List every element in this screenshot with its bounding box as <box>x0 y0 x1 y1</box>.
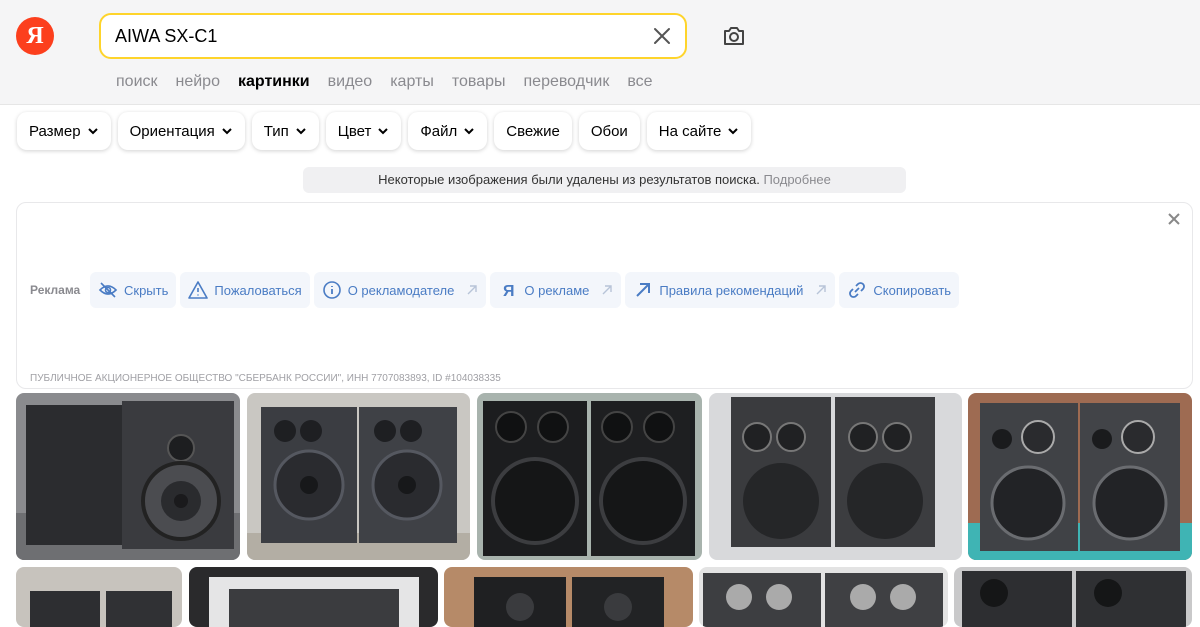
speaker-image <box>444 567 693 627</box>
ad-copy-button[interactable]: Скопировать <box>839 272 960 308</box>
image-result[interactable] <box>16 567 182 627</box>
image-result[interactable] <box>699 567 948 627</box>
filter-type[interactable]: Тип <box>251 112 319 150</box>
speaker-image <box>477 393 702 560</box>
filter-label: На сайте <box>658 122 722 140</box>
logo-letter: Я <box>26 22 44 49</box>
filter-label: Свежие <box>506 122 560 140</box>
link-icon <box>849 282 866 298</box>
filter-color[interactable]: Цвет <box>325 112 402 150</box>
ad-rules-button[interactable]: Правила рекомендаций <box>625 272 836 308</box>
header: Я поиск нейро картинки видео карты товар… <box>0 0 1200 105</box>
ad-rules-label: Правила рекомендаций <box>659 282 804 298</box>
search-input[interactable] <box>115 24 635 48</box>
filter-on-site[interactable]: На сайте <box>646 112 752 150</box>
ad-hide-label: Скрыть <box>124 282 169 298</box>
external-link-icon <box>816 285 827 295</box>
speaker-image <box>709 393 962 560</box>
ad-block: Реклама Скрыть Пожаловаться О рекламодат… <box>16 202 1193 389</box>
filter-label: Тип <box>263 122 289 140</box>
image-result[interactable] <box>968 393 1192 560</box>
filter-label: Обои <box>590 122 628 140</box>
info-icon <box>322 281 341 299</box>
tab-images[interactable]: картинки <box>238 72 310 92</box>
chevron-down-icon <box>296 128 306 135</box>
search-tabs: поиск нейро картинки видео карты товары … <box>116 72 671 92</box>
filter-label: Размер <box>29 122 81 140</box>
image-result[interactable] <box>189 567 438 627</box>
filter-label: Ориентация <box>129 122 215 140</box>
ad-advertiser-button[interactable]: О рекламодателе <box>313 272 487 308</box>
yandex-logo[interactable]: Я <box>16 17 54 55</box>
svg-text:Я: Я <box>503 283 515 300</box>
filter-file[interactable]: Файл <box>408 112 488 150</box>
camera-icon[interactable] <box>720 22 748 50</box>
ad-advertiser-label: О рекламодателе <box>347 282 455 298</box>
speaker-image <box>16 567 182 627</box>
filter-label: Файл <box>420 122 458 140</box>
notice-text: Некоторые изображения были удалены из ре… <box>378 172 760 187</box>
tab-goods[interactable]: товары <box>452 72 506 92</box>
chevron-down-icon <box>222 128 232 135</box>
speaker-image <box>699 567 948 627</box>
tab-maps[interactable]: карты <box>390 72 434 92</box>
notice-more-link[interactable]: Подробнее <box>763 172 830 187</box>
external-link-icon <box>602 285 613 295</box>
ad-legal-text: ПУБЛИЧНОЕ АКЦИОНЕРНОЕ ОБЩЕСТВО "СБЕРБАНК… <box>30 373 501 384</box>
ad-actions: Скрыть Пожаловаться О рекламодателе Я О … <box>90 272 960 308</box>
ad-label: Реклама <box>30 283 81 297</box>
close-icon[interactable] <box>651 25 673 47</box>
yandex-icon: Я <box>503 283 515 300</box>
ad-about-button[interactable]: Я О рекламе <box>490 272 622 308</box>
chevron-down-icon <box>378 128 389 135</box>
image-result[interactable] <box>16 393 240 560</box>
tab-neuro[interactable]: нейро <box>176 72 220 92</box>
filter-fresh[interactable]: Свежие <box>494 112 572 150</box>
speaker-image <box>954 567 1192 627</box>
image-result[interactable] <box>477 393 702 560</box>
external-link-icon <box>467 285 478 295</box>
filter-bar: Размер Ориентация Тип Цвет Файл Свежие О… <box>17 112 752 150</box>
chevron-down-icon <box>464 128 474 135</box>
ad-about-label: О рекламе <box>524 282 590 298</box>
image-result[interactable] <box>954 567 1192 627</box>
ad-copy-label: Скопировать <box>873 282 952 298</box>
speaker-image <box>189 567 438 627</box>
eye-off-icon <box>98 282 118 298</box>
search-box[interactable] <box>99 13 687 59</box>
filter-wallpapers[interactable]: Обои <box>578 112 640 150</box>
filter-orientation[interactable]: Ориентация <box>117 112 245 150</box>
tab-search[interactable]: поиск <box>116 72 158 92</box>
chevron-down-icon <box>87 128 98 135</box>
warning-icon <box>188 281 209 299</box>
removed-results-notice: Некоторые изображения были удалены из ре… <box>303 167 906 193</box>
close-icon[interactable] <box>1166 211 1182 227</box>
tab-video[interactable]: видео <box>328 72 373 92</box>
tab-all[interactable]: все <box>627 72 652 92</box>
ad-hide-button[interactable]: Скрыть <box>90 272 177 308</box>
image-result[interactable] <box>247 393 470 560</box>
ad-report-button[interactable]: Пожаловаться <box>180 272 310 308</box>
image-result[interactable] <box>444 567 693 627</box>
tab-translator[interactable]: переводчик <box>524 72 610 92</box>
speaker-image <box>247 393 470 560</box>
chevron-down-icon <box>728 128 739 135</box>
filter-size[interactable]: Размер <box>17 112 111 150</box>
image-result[interactable] <box>709 393 962 560</box>
speaker-image <box>16 393 240 560</box>
speaker-image <box>968 393 1192 560</box>
ad-report-label: Пожаловаться <box>214 282 302 298</box>
arrow-up-right-icon <box>636 283 651 297</box>
filter-label: Цвет <box>337 122 372 140</box>
